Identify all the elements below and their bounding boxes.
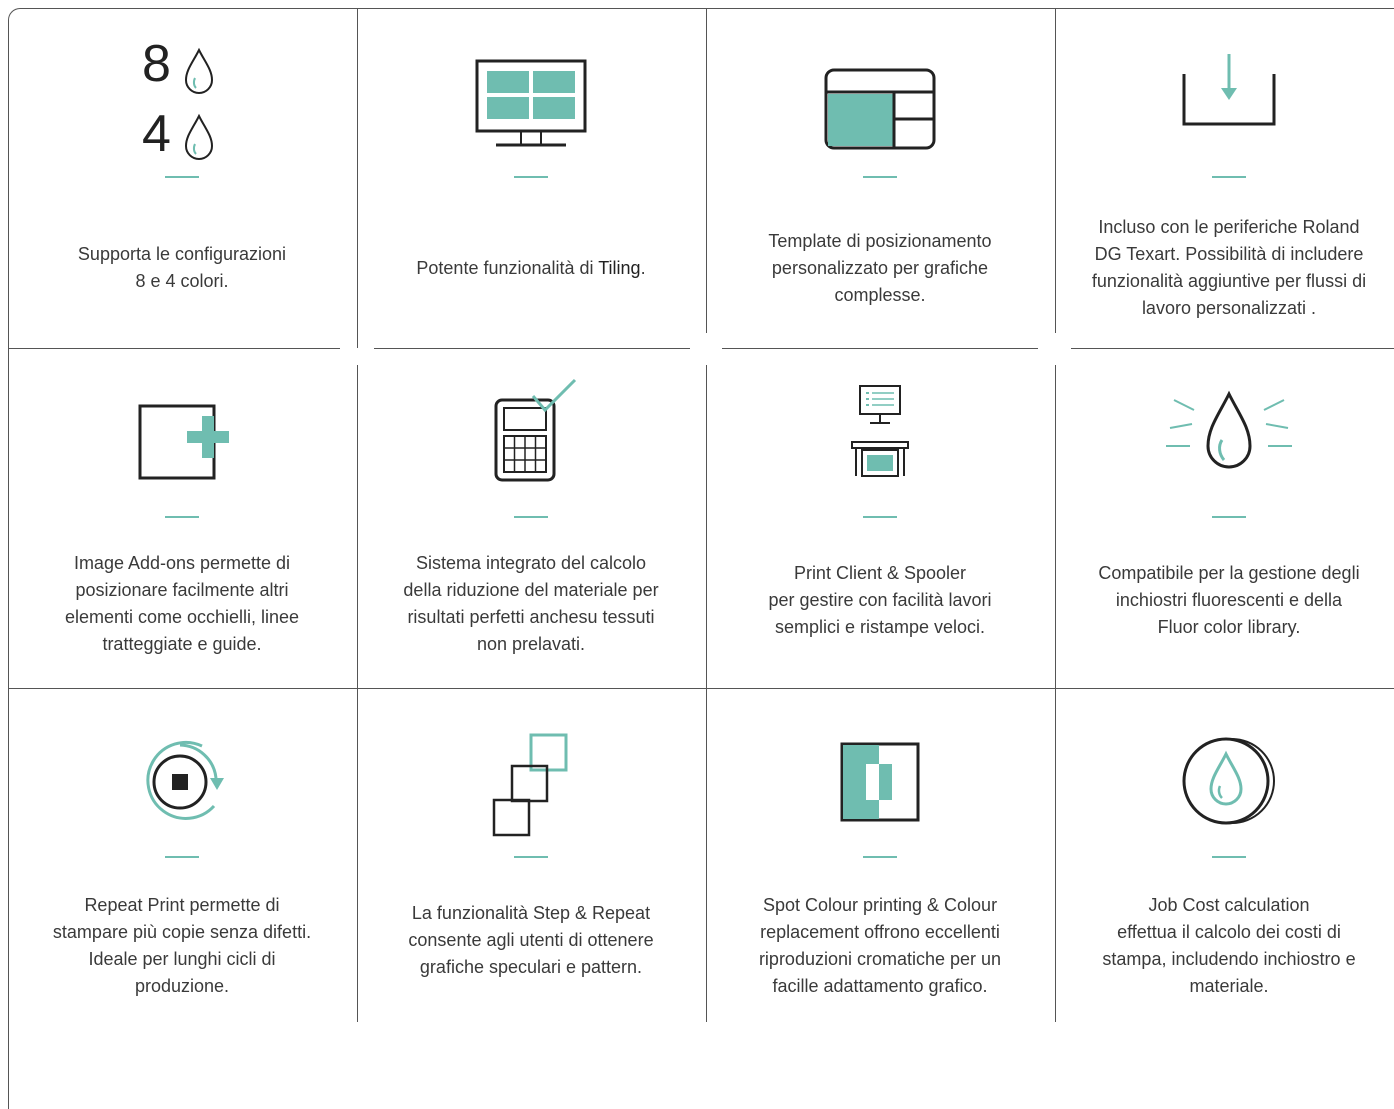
accent-dash <box>1212 516 1246 518</box>
feature-text: Potente funzionalità di Tiling. <box>416 257 646 278</box>
feature-text: Incluso con le periferiche Roland DG Tex… <box>1091 217 1367 318</box>
feature-card-job-cost: Job Cost calculation effettua il calcolo… <box>1055 688 1394 1022</box>
tiling-monitor-icon <box>357 58 705 150</box>
feature-card-print-client: Print Client & Spooler per gestire con f… <box>706 348 1054 688</box>
ink-configuration-icon: 8 4 <box>8 35 356 164</box>
feature-text: Compatibile per la gestione degli inchio… <box>1098 562 1360 637</box>
print-client-spooler-icon <box>706 384 1054 484</box>
feature-text: Print Client & Spooler per gestire con f… <box>768 562 992 637</box>
accent-dash <box>863 176 897 178</box>
feature-card-fluorescent: Compatibile per la gestione degli inchio… <box>1055 348 1394 688</box>
feature-text: La funzionalità Step & Repeat consente a… <box>408 902 654 977</box>
job-cost-icon <box>1055 734 1394 828</box>
feature-text: Image Add-ons permette di posizionare fa… <box>64 553 300 654</box>
feature-card-texart: Incluso con le periferiche Roland DG Tex… <box>1055 8 1394 348</box>
feature-text: Supporta le configurazioni 8 e 4 colori. <box>77 244 287 291</box>
template-layout-icon <box>706 68 1054 150</box>
feature-card-repeat-print: Repeat Print permette di stampare più co… <box>8 688 356 1022</box>
accent-dash <box>165 856 199 858</box>
feature-card-image-add-ons: Image Add-ons permette di posizionare fa… <box>8 348 356 688</box>
feature-text: Spot Colour printing & Colour replacemen… <box>758 895 1002 996</box>
accent-dash <box>863 516 897 518</box>
ink-count-4: 4 <box>142 105 171 163</box>
feature-card-spot-colour: Spot Colour printing & Colour replacemen… <box>706 688 1054 1022</box>
download-tray-icon <box>1055 52 1394 128</box>
feature-text: Repeat Print permette di stampare più co… <box>52 895 312 996</box>
feature-text: Job Cost calculation effettua il calcolo… <box>1102 895 1356 996</box>
feature-text: Sistema integrato del calcolo della ridu… <box>403 553 659 654</box>
image-add-on-icon <box>8 400 356 480</box>
accent-dash <box>514 856 548 858</box>
accent-dash <box>863 856 897 858</box>
repeat-print-icon <box>8 736 356 828</box>
feature-card-shrinkage-calculation: Sistema integrato del calcolo della ridu… <box>357 348 705 688</box>
feature-card-ink-configuration: 8 4 Supporta le configurazioni 8 e 4 col… <box>8 8 356 348</box>
feature-card-tiling: Potente funzionalità di Tiling. <box>357 8 705 348</box>
step-repeat-icon <box>357 732 705 838</box>
feature-card-template: Template di posizionamento personalizzat… <box>706 8 1054 348</box>
feature-text: Template di posizionamento personalizzat… <box>768 230 992 305</box>
feature-card-step-repeat: La funzionalità Step & Repeat consente a… <box>357 688 705 1022</box>
accent-dash <box>165 516 199 518</box>
accent-dash <box>514 516 548 518</box>
tiling-link[interactable]: Tiling <box>598 258 640 278</box>
accent-dash <box>1212 856 1246 858</box>
fluorescent-ink-icon <box>1055 388 1394 480</box>
calculator-check-icon <box>357 378 705 482</box>
accent-dash <box>1212 176 1246 178</box>
spot-colour-icon <box>706 742 1054 822</box>
ink-count-8: 8 <box>142 35 171 93</box>
accent-dash <box>165 176 199 178</box>
accent-dash <box>514 176 548 178</box>
